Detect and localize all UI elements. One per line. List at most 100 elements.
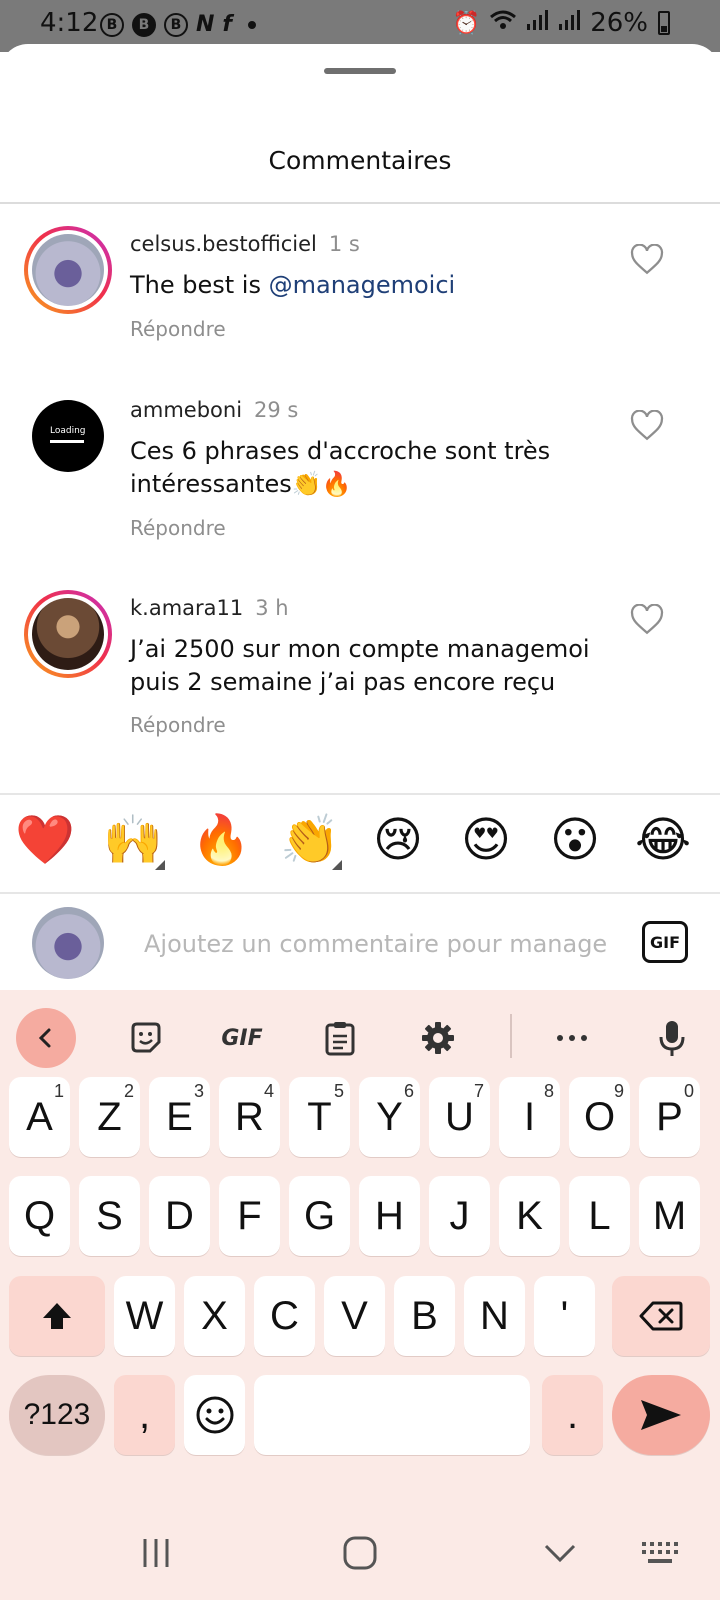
key-i[interactable]: I8	[499, 1077, 560, 1157]
comment-input[interactable]	[144, 922, 610, 966]
like-heart-icon[interactable]	[630, 410, 664, 442]
recent-apps-button[interactable]	[126, 1528, 186, 1578]
key-k[interactable]: K	[499, 1176, 560, 1256]
key-j[interactable]: J	[429, 1176, 490, 1256]
key-g[interactable]: G	[289, 1176, 350, 1256]
comment-username[interactable]: ammeboni	[130, 398, 242, 422]
comment-header: ammeboni 29 s	[130, 398, 298, 422]
home-button[interactable]	[330, 1528, 390, 1578]
signal-icon	[558, 9, 581, 37]
emoji-heart-eyes-button[interactable]: 😍	[454, 808, 518, 872]
key-q[interactable]: Q	[9, 1176, 70, 1256]
shift-arrow-icon	[43, 1303, 71, 1329]
key-r[interactable]: R4	[219, 1077, 280, 1157]
notification-icons: B B B N f	[100, 12, 256, 37]
like-heart-icon[interactable]	[630, 244, 664, 276]
gear-icon	[422, 1022, 454, 1054]
clipboard-button[interactable]	[310, 1008, 370, 1068]
key-y[interactable]: Y6	[359, 1077, 420, 1157]
key-p[interactable]: P0	[639, 1077, 700, 1157]
skin-tone-indicator-icon	[155, 860, 165, 870]
sticker-icon	[131, 1022, 161, 1053]
reply-button[interactable]: Répondre	[130, 317, 226, 341]
emoji-key[interactable]	[184, 1375, 245, 1455]
avatar[interactable]	[24, 226, 112, 314]
avatar[interactable]	[24, 590, 112, 678]
alarm-icon: ⏰	[452, 10, 481, 36]
key-c[interactable]: C	[254, 1276, 315, 1356]
back-button[interactable]	[530, 1528, 590, 1578]
key-f[interactable]: F	[219, 1176, 280, 1256]
key-apostrophe[interactable]: '	[534, 1276, 595, 1356]
comment-time: 3 h	[255, 596, 289, 620]
emoji-clapping-button[interactable]: 👏	[278, 808, 342, 872]
keyboard-gif-button[interactable]: GIF	[212, 1008, 272, 1068]
comment-text: Ces 6 phrases d'accroche sont très intér…	[130, 437, 551, 498]
facebook-icon: f	[222, 12, 232, 37]
backspace-icon	[639, 1301, 683, 1331]
space-key[interactable]	[254, 1375, 530, 1455]
battery-percentage: 26%	[590, 8, 648, 38]
more-dots-icon	[557, 1035, 587, 1041]
like-heart-icon[interactable]	[630, 604, 664, 636]
chevron-down-icon	[544, 1544, 576, 1563]
key-x[interactable]: X	[184, 1276, 245, 1356]
sticker-button[interactable]	[116, 1008, 176, 1068]
avatar-loading-bar	[50, 440, 84, 443]
reply-button[interactable]: Répondre	[130, 713, 226, 737]
comment-header: k.amara11 3 h	[130, 596, 289, 620]
key-h[interactable]: H	[359, 1176, 420, 1256]
key-m[interactable]: M	[639, 1176, 700, 1256]
key-s[interactable]: S	[79, 1176, 140, 1256]
emoji-raising-hands-button[interactable]: 🙌	[101, 808, 165, 872]
clipboard-icon	[325, 1022, 355, 1056]
comment-header: celsus.bestofficiel 1 s	[130, 232, 360, 256]
settings-button[interactable]	[408, 1008, 468, 1068]
key-v[interactable]: V	[324, 1276, 385, 1356]
app-n-icon: N	[196, 12, 215, 37]
avatar-loading-text: Loading	[50, 426, 86, 436]
keyboard-toolbar: GIF	[0, 990, 720, 1078]
key-z[interactable]: Z2	[79, 1077, 140, 1157]
gif-button[interactable]: GIF	[642, 921, 688, 963]
comment-text: J’ai 2500 sur mon compte managemoi puis …	[130, 635, 590, 696]
symbols-key[interactable]: ?123	[9, 1375, 105, 1455]
current-user-avatar	[32, 907, 104, 979]
key-d[interactable]: D	[149, 1176, 210, 1256]
comment-username[interactable]: celsus.bestofficiel	[130, 232, 317, 256]
key-a[interactable]: A1	[9, 1077, 70, 1157]
reply-button[interactable]: Répondre	[130, 516, 226, 540]
voice-input-button[interactable]	[642, 1008, 702, 1068]
key-e[interactable]: E3	[149, 1077, 210, 1157]
shift-key[interactable]	[9, 1276, 105, 1356]
sheet-drag-handle[interactable]	[324, 68, 396, 74]
key-w[interactable]: W	[114, 1276, 175, 1356]
avatar[interactable]: Loading	[32, 400, 104, 472]
comment-username[interactable]: k.amara11	[130, 596, 243, 620]
emoji-heart-button[interactable]: ❤️	[13, 808, 77, 872]
chevron-left-icon	[38, 1028, 51, 1048]
backspace-key[interactable]	[612, 1276, 710, 1356]
recent-apps-icon	[143, 1539, 169, 1567]
period-key[interactable]: .	[542, 1375, 603, 1455]
comma-key[interactable]: ,	[114, 1375, 175, 1455]
comment-text: The best is @managemoici	[130, 271, 456, 299]
emoji-fire-button[interactable]: 🔥	[189, 808, 253, 872]
key-o[interactable]: O9	[569, 1077, 630, 1157]
key-t[interactable]: T5	[289, 1077, 350, 1157]
key-l[interactable]: L	[569, 1176, 630, 1256]
emoji-laughing-button[interactable]: 😂	[631, 808, 695, 872]
more-options-button[interactable]	[542, 1008, 602, 1068]
emoji-surprised-button[interactable]: 😮	[543, 808, 607, 872]
keyboard-switch-button[interactable]	[630, 1528, 690, 1578]
key-b[interactable]: B	[394, 1276, 455, 1356]
send-arrow-icon	[641, 1400, 681, 1430]
microphone-icon	[659, 1021, 685, 1056]
mention-link[interactable]: @managemoici	[269, 271, 456, 299]
key-n[interactable]: N	[464, 1276, 525, 1356]
key-u[interactable]: U7	[429, 1077, 490, 1157]
keyboard-back-button[interactable]	[16, 1008, 76, 1068]
emoji-crying-button[interactable]: 😢	[366, 808, 430, 872]
send-key[interactable]	[612, 1375, 710, 1455]
comment-time: 29 s	[254, 398, 299, 422]
